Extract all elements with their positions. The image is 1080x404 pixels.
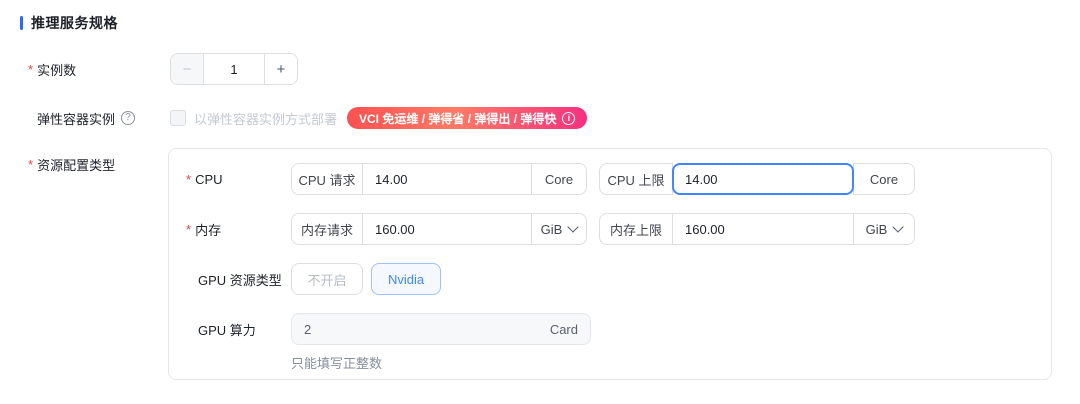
cpu-limit-addon: CPU 上限 (599, 163, 673, 195)
memory-request-addon: 内存请求 (291, 213, 363, 245)
cpu-request-input[interactable] (362, 163, 532, 195)
required-asterisk: * (186, 222, 191, 237)
gpu-type-option-nvidia[interactable]: Nvidia (371, 263, 441, 295)
gpu-power-unit: Card (550, 322, 578, 337)
memory-limit-addon: 内存上限 (599, 213, 673, 245)
gpu-power-input[interactable]: 2 Card (291, 313, 591, 345)
memory-request-group: 内存请求 GiB (291, 213, 587, 245)
vci-badge-text: VCI 免运维 / 弹得省 / 弹得出 / 弹得快 (359, 110, 556, 127)
vci-promo-badge: VCI 免运维 / 弹得省 / 弹得出 / 弹得快 i (347, 107, 587, 129)
gpu-power-label-text: GPU 算力 (198, 320, 256, 339)
cpu-label: * CPU (186, 172, 291, 187)
memory-label-text: 内存 (195, 220, 221, 239)
instances-label: * 实例数 (28, 53, 76, 85)
cpu-limit-group: CPU 上限 Core (599, 163, 915, 195)
gpu-power-helper-text: 只能填写正整数 (291, 353, 382, 372)
vci-checkbox-label: 以弹性容器实例方式部署 (194, 109, 337, 128)
required-asterisk: * (28, 62, 33, 77)
gpu-type-label: GPU 资源类型 (186, 270, 291, 289)
stepper-minus-button[interactable]: − (171, 54, 204, 84)
memory-row: * 内存 内存请求 GiB 内存上限 GiB (186, 213, 915, 245)
memory-request-unit-select[interactable]: GiB (531, 213, 587, 245)
required-asterisk: * (186, 172, 191, 187)
instance-count-input[interactable] (204, 54, 264, 84)
chevron-down-icon (893, 221, 904, 232)
cpu-label-text: CPU (195, 172, 222, 187)
resources-label-text: 资源配置类型 (37, 155, 115, 174)
memory-limit-input[interactable] (672, 213, 854, 245)
memory-limit-unit-label: GiB (866, 222, 888, 237)
vci-control: 以弹性容器实例方式部署 VCI 免运维 / 弹得省 / 弹得出 / 弹得快 i (170, 104, 587, 132)
cpu-limit-input[interactable] (672, 163, 854, 195)
cpu-request-group: CPU 请求 Core (291, 163, 587, 195)
instance-count-stepper: − + (170, 53, 298, 85)
gpu-type-option-off[interactable]: 不开启 (291, 263, 363, 295)
memory-request-input[interactable] (362, 213, 532, 245)
stepper-plus-button[interactable]: + (264, 54, 297, 84)
resources-label: * 资源配置类型 (28, 148, 115, 180)
gpu-power-label: GPU 算力 (186, 320, 291, 339)
inference-spec-form: { "colors": { "accent": "#2a6af2", "focu… (0, 0, 1080, 404)
vci-label: 弹性容器实例 ? (37, 104, 135, 132)
cpu-request-addon: CPU 请求 (291, 163, 363, 195)
cpu-limit-unit: Core (853, 163, 915, 195)
help-question-icon[interactable]: ? (121, 111, 135, 125)
info-icon[interactable]: i (562, 112, 575, 125)
instances-label-text: 实例数 (37, 60, 76, 79)
cpu-request-unit: Core (531, 163, 587, 195)
section-accent-bar (20, 16, 23, 30)
memory-label: * 内存 (186, 220, 291, 239)
vci-checkbox[interactable] (170, 110, 186, 126)
gpu-type-label-text: GPU 资源类型 (198, 270, 282, 289)
gpu-power-value: 2 (304, 322, 311, 337)
memory-limit-group: 内存上限 GiB (599, 213, 915, 245)
cpu-row: * CPU CPU 请求 Core CPU 上限 Core (186, 163, 915, 195)
section-header: 推理服务规格 (20, 13, 118, 33)
memory-limit-unit-select[interactable]: GiB (853, 213, 915, 245)
chevron-down-icon (568, 221, 579, 232)
gpu-type-row: GPU 资源类型 不开启 Nvidia (186, 263, 441, 295)
gpu-power-row: GPU 算力 2 Card (186, 313, 591, 345)
vci-label-text: 弹性容器实例 (37, 109, 115, 128)
memory-request-unit-label: GiB (541, 222, 563, 237)
required-asterisk: * (28, 157, 33, 172)
resource-config-panel: * CPU CPU 请求 Core CPU 上限 Core * 内存 内存请求 … (168, 148, 1052, 380)
section-title: 推理服务规格 (31, 13, 118, 33)
